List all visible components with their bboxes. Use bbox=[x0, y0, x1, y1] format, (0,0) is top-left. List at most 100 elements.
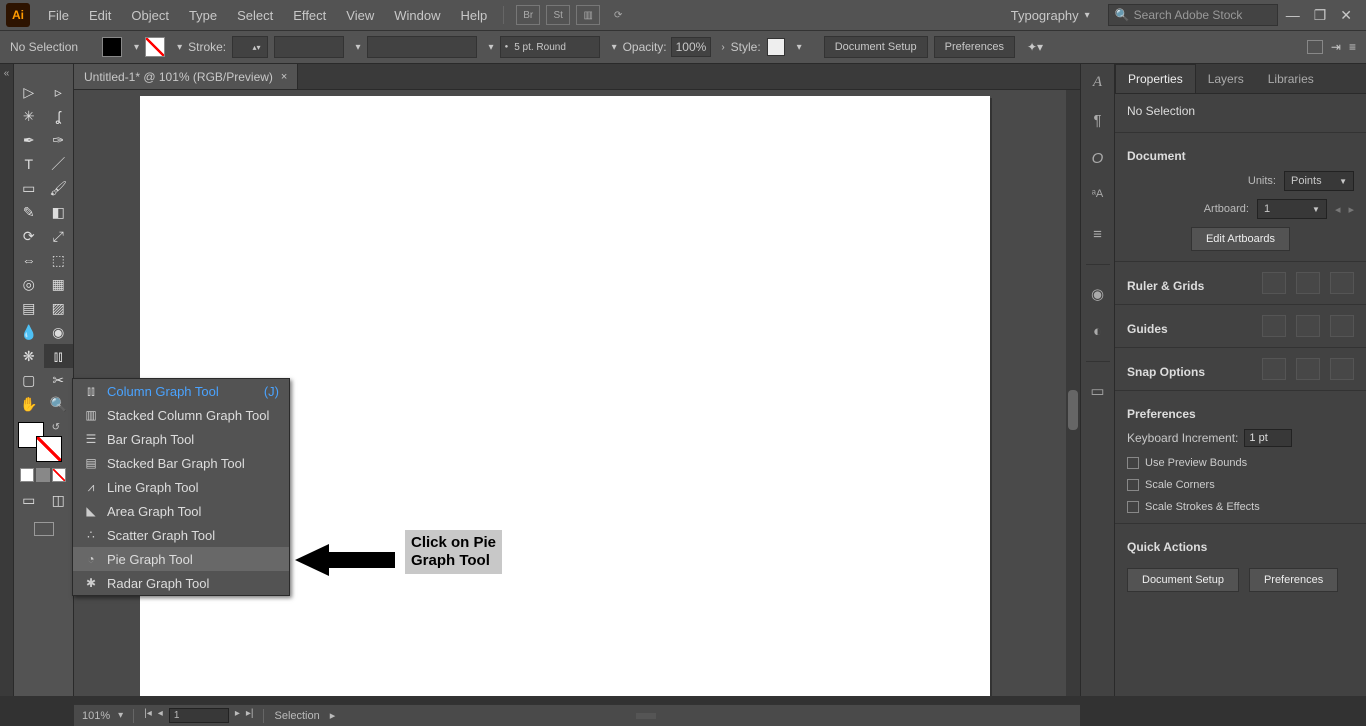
qa-preferences[interactable]: Preferences bbox=[1249, 568, 1338, 592]
type-tool[interactable]: T bbox=[14, 152, 44, 176]
next-artboard[interactable]: ▸ bbox=[1348, 203, 1354, 216]
direct-selection-tool[interactable]: ▹ bbox=[44, 80, 74, 104]
tab-layers[interactable]: Layers bbox=[1196, 65, 1256, 93]
menu-edit[interactable]: Edit bbox=[79, 0, 121, 30]
cb-scale-corners[interactable] bbox=[1127, 479, 1139, 491]
menu-select[interactable]: Select bbox=[227, 0, 283, 30]
menu-type[interactable]: Type bbox=[179, 0, 227, 30]
chevron-down-icon[interactable]: ▾ bbox=[356, 42, 361, 53]
prev-artboard-icon[interactable]: ◂ bbox=[158, 708, 163, 723]
draw-normal[interactable]: ▭ bbox=[14, 488, 44, 512]
chevron-right-icon[interactable]: › bbox=[721, 42, 724, 53]
rotate-tool[interactable]: ⟳ bbox=[14, 224, 44, 248]
guides-lock-icon[interactable] bbox=[1296, 315, 1320, 337]
color-mode[interactable] bbox=[20, 468, 34, 482]
opentype-panel-icon[interactable]: O bbox=[1088, 150, 1108, 168]
character-styles-icon[interactable]: ᵃA bbox=[1088, 188, 1108, 206]
perspective-grid-tool[interactable]: ▦ bbox=[44, 272, 74, 296]
edit-artboards-button[interactable]: Edit Artboards bbox=[1191, 227, 1290, 251]
transparency-grid-icon[interactable] bbox=[1330, 272, 1354, 294]
next-artboard-icon[interactable]: ▸ bbox=[235, 708, 240, 723]
grid-icon[interactable] bbox=[1296, 272, 1320, 294]
zoom-tool[interactable]: 🔍 bbox=[44, 392, 74, 416]
draw-behind[interactable]: ◫ bbox=[44, 488, 74, 512]
slice-tool[interactable]: ✂ bbox=[44, 368, 74, 392]
restore-icon[interactable]: ❐ bbox=[1314, 7, 1327, 24]
gradient-tool[interactable]: ▨ bbox=[44, 296, 74, 320]
zoom-level[interactable]: 101%▾ bbox=[82, 710, 123, 722]
blend-tool[interactable]: ◉ bbox=[44, 320, 74, 344]
prev-artboard[interactable]: ◂ bbox=[1335, 203, 1341, 216]
brush-definition-empty[interactable] bbox=[367, 36, 477, 58]
document-setup-button[interactable]: Document Setup bbox=[824, 36, 928, 58]
flyout-stacked-bar-graph[interactable]: ▤ Stacked Bar Graph Tool bbox=[73, 451, 289, 475]
minimize-icon[interactable]: — bbox=[1286, 7, 1300, 24]
column-graph-tool[interactable]: ⫾⫾ bbox=[44, 344, 74, 368]
search-stock[interactable]: 🔍 Search Adobe Stock bbox=[1108, 4, 1278, 26]
menu-view[interactable]: View bbox=[336, 0, 384, 30]
panel-menu-icon[interactable]: ≡ bbox=[1349, 40, 1356, 54]
variable-width-profile[interactable] bbox=[274, 36, 344, 58]
flyout-radar-graph[interactable]: ✱ Radar Graph Tool bbox=[73, 571, 289, 595]
opacity-value[interactable]: 100% bbox=[671, 37, 712, 57]
graphic-styles-icon[interactable]: ◐ bbox=[1088, 323, 1108, 341]
graphic-style-swatch[interactable] bbox=[767, 38, 785, 56]
free-transform-tool[interactable]: ⬚ bbox=[44, 248, 74, 272]
menu-object[interactable]: Object bbox=[121, 0, 179, 30]
chevron-down-icon[interactable]: ▾ bbox=[612, 42, 617, 53]
menu-effect[interactable]: Effect bbox=[283, 0, 336, 30]
horizontal-scrollbar[interactable] bbox=[345, 713, 1072, 719]
paintbrush-tool[interactable]: 🖌 bbox=[44, 176, 74, 200]
align-icon[interactable] bbox=[1307, 40, 1323, 54]
isolate-icon[interactable]: ⇥ bbox=[1331, 40, 1341, 54]
paragraph-panel-icon[interactable]: ¶ bbox=[1088, 112, 1108, 130]
fill-stroke-display[interactable]: ↺ bbox=[18, 422, 62, 462]
transform-icon[interactable]: ✦▾ bbox=[1027, 40, 1043, 54]
appearance-panel-icon[interactable]: ◉ bbox=[1088, 285, 1108, 303]
brush-definition[interactable]: 5 pt. Round bbox=[500, 36, 600, 58]
arrange-icon[interactable]: ▥ bbox=[576, 5, 600, 25]
menu-help[interactable]: Help bbox=[450, 0, 497, 30]
artboard-dropdown[interactable]: 1▼ bbox=[1257, 199, 1327, 219]
close-tab-icon[interactable]: × bbox=[281, 71, 287, 83]
snap-grid-icon[interactable] bbox=[1296, 358, 1320, 380]
units-dropdown[interactable]: Points▼ bbox=[1284, 171, 1354, 191]
guides-toggle-icon[interactable] bbox=[1262, 315, 1286, 337]
rectangle-tool[interactable]: ▭ bbox=[14, 176, 44, 200]
flyout-column-graph[interactable]: ⫾⫾ Column Graph Tool (J) bbox=[73, 379, 289, 403]
flyout-pie-graph[interactable]: ◔ Pie Graph Tool bbox=[73, 547, 289, 571]
symbol-sprayer-tool[interactable]: ❋ bbox=[14, 344, 44, 368]
menu-file[interactable]: File bbox=[38, 0, 79, 30]
paragraph-styles-icon[interactable]: ≡ bbox=[1088, 226, 1108, 244]
sync-icon[interactable]: ⟳ bbox=[606, 5, 630, 25]
scale-tool[interactable]: ⤢ bbox=[44, 224, 74, 248]
flyout-line-graph[interactable]: ⩘ Line Graph Tool bbox=[73, 475, 289, 499]
line-segment-tool[interactable]: ／ bbox=[44, 152, 74, 176]
screen-mode[interactable] bbox=[34, 522, 54, 536]
document-tab[interactable]: Untitled-1* @ 101% (RGB/Preview) × bbox=[74, 64, 298, 89]
hand-tool[interactable]: ✋ bbox=[14, 392, 44, 416]
snap-point-icon[interactable] bbox=[1262, 358, 1286, 380]
menu-window[interactable]: Window bbox=[384, 0, 450, 30]
eyedropper-tool[interactable]: 💧 bbox=[14, 320, 44, 344]
smart-guides-icon[interactable] bbox=[1330, 315, 1354, 337]
chevron-down-icon[interactable]: ▾ bbox=[177, 42, 182, 53]
shaper-tool[interactable]: ✎ bbox=[14, 200, 44, 224]
stroke-color[interactable] bbox=[36, 436, 62, 462]
gradient-mode[interactable] bbox=[36, 468, 50, 482]
character-panel-icon[interactable]: A bbox=[1088, 74, 1108, 92]
fill-swatch[interactable] bbox=[102, 37, 122, 57]
last-artboard-icon[interactable]: ▸| bbox=[246, 708, 254, 723]
workspace-switcher[interactable]: Typography ▾ bbox=[1001, 8, 1100, 23]
chevron-down-icon[interactable]: ▾ bbox=[489, 42, 494, 53]
cb-scale-strokes[interactable] bbox=[1127, 501, 1139, 513]
tab-properties[interactable]: Properties bbox=[1115, 64, 1196, 93]
artboard-number[interactable]: 1 bbox=[169, 708, 229, 723]
left-dock-toggle[interactable] bbox=[0, 64, 14, 696]
flyout-stacked-column-graph[interactable]: ▥ Stacked Column Graph Tool bbox=[73, 403, 289, 427]
cb-preview-bounds[interactable] bbox=[1127, 457, 1139, 469]
keyboard-increment-input[interactable] bbox=[1244, 429, 1292, 447]
flyout-scatter-graph[interactable]: ∴ Scatter Graph Tool bbox=[73, 523, 289, 547]
width-tool[interactable]: ⇔ bbox=[14, 248, 44, 272]
qa-document-setup[interactable]: Document Setup bbox=[1127, 568, 1239, 592]
